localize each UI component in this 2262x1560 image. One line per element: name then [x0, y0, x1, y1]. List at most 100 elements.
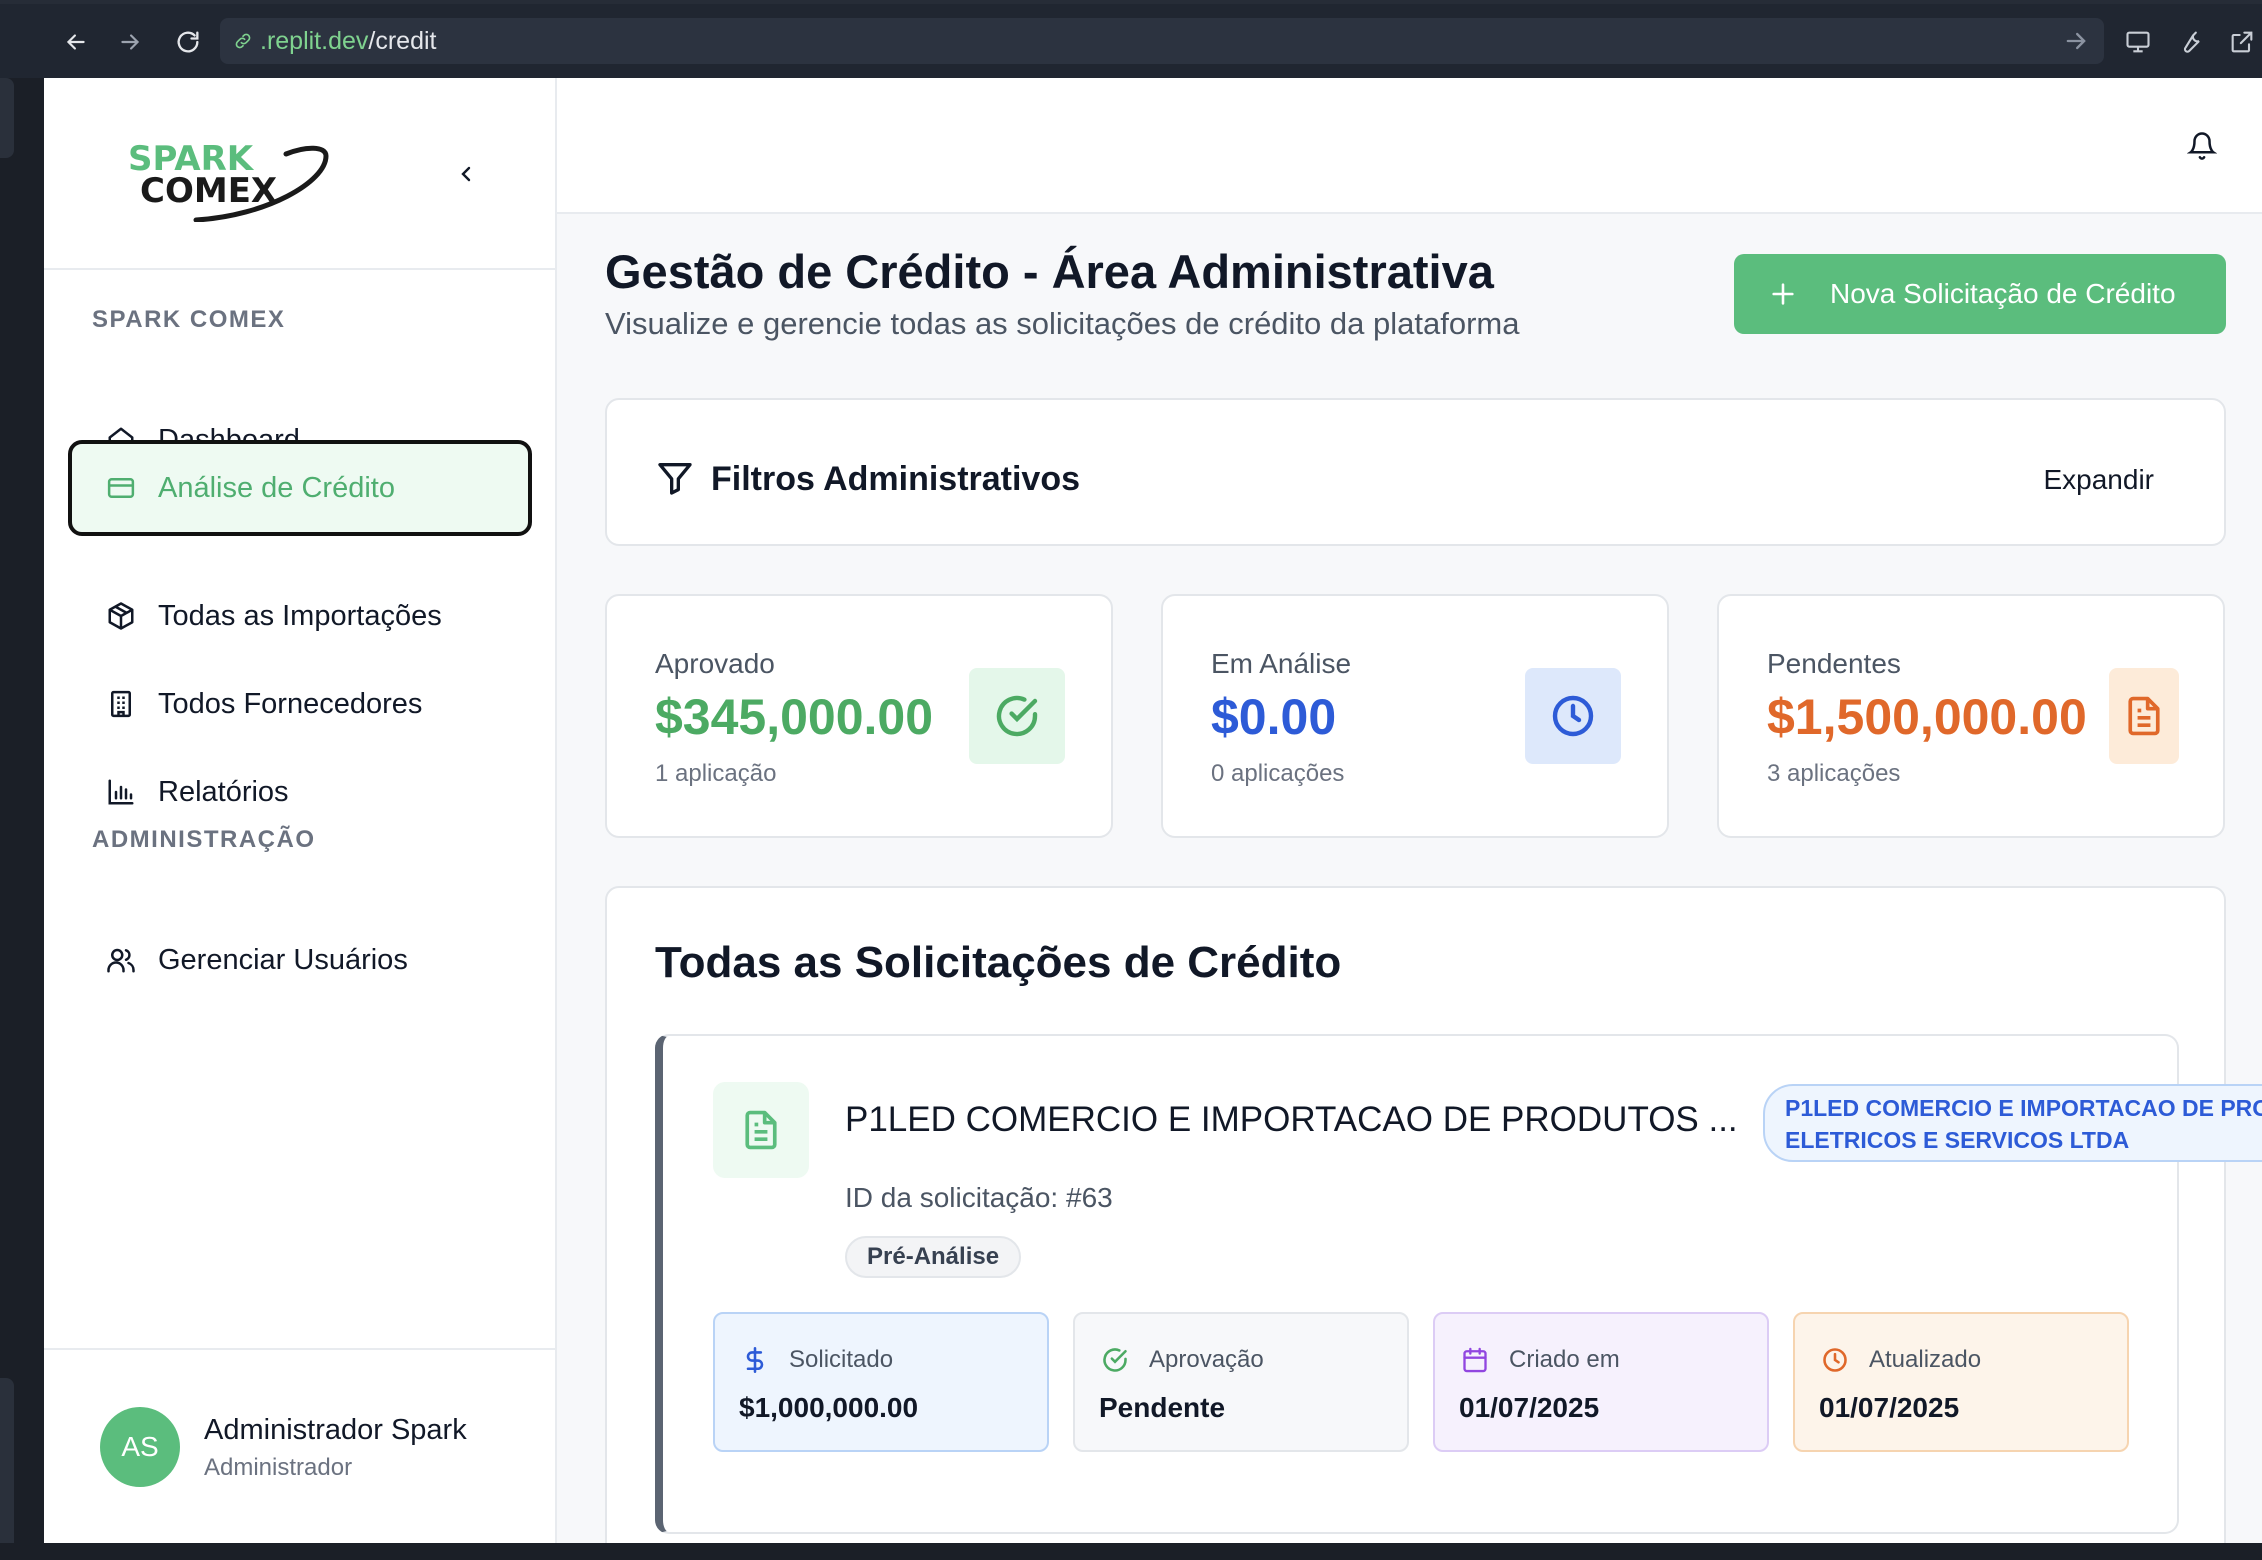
- stat-label: Em Análise: [1211, 648, 1352, 679]
- sidebar-item-label: Análise de Crédito: [158, 471, 395, 504]
- stat-label: Aprovado: [655, 648, 775, 679]
- request-id: ID da solicitação: #63: [845, 1182, 1113, 1213]
- editor-side-rail: [0, 78, 44, 1560]
- credit-card-icon: [104, 471, 138, 505]
- spark-comex-logo: SPARK COMEX: [128, 139, 329, 222]
- building-icon: [104, 687, 138, 721]
- link-icon: [230, 28, 256, 54]
- stat-value: $1,500,000.00: [1767, 689, 2087, 745]
- main-content: Gestão de Crédito - Área Administrativa …: [557, 214, 2262, 1543]
- address-bar[interactable]: .replit.dev/credit: [220, 18, 2104, 64]
- collapse-sidebar-button[interactable]: [446, 154, 486, 194]
- sidebar: SPARK COMEX SPARK COMEX Dashboard Anális…: [44, 78, 557, 1543]
- new-credit-request-label: Nova Solicitação de Crédito: [1830, 278, 2176, 309]
- stat-value: $0.00: [1211, 689, 1337, 745]
- user-name: Administrador Spark: [204, 1414, 467, 1446]
- stat-label: Pendentes: [1767, 648, 1901, 679]
- sidebar-item-label: Gerenciar Usuários: [158, 943, 408, 976]
- arrow-right-icon: [121, 34, 140, 50]
- stat-card-approved: Aprovado $345,000.00 1 aplicação: [605, 594, 1113, 838]
- tile-label: Atualizado: [1869, 1346, 1982, 1373]
- user-profile[interactable]: AS Administrador Spark Administrador: [44, 1348, 555, 1543]
- credit-request-card[interactable]: P1LED COMERCIO E IMPORTACAO DE PRODUTOS …: [655, 1034, 2262, 1534]
- svg-text:COMEX: COMEX: [140, 171, 277, 211]
- sidebar-item-manage-users[interactable]: Gerenciar Usuários: [68, 920, 532, 1000]
- document-icon: [713, 1082, 809, 1178]
- stat-card-in-analysis: Em Análise $0.00 0 aplicações: [1161, 594, 1669, 838]
- page-title: Gestão de Crédito - Área Administrativa: [605, 245, 1494, 298]
- sidebar-item-label: Todos Fornecedores: [158, 687, 423, 720]
- rail-handle[interactable]: [0, 78, 14, 158]
- bar-chart-icon: [104, 775, 138, 809]
- bell-icon: [2187, 132, 2217, 160]
- page-subtitle: Visualize e gerencie todas as solicitaçõ…: [605, 306, 1520, 341]
- stat-value: $345,000.00: [655, 689, 934, 745]
- clock-icon: [1819, 1344, 1851, 1376]
- tile-label: Aprovação: [1149, 1346, 1264, 1373]
- company-badge: P1LED COMERCIO E IMPORTACAO DE PRODUTOS …: [1763, 1084, 2262, 1162]
- forward-button[interactable]: [110, 22, 150, 62]
- open-new-tab-button[interactable]: [2222, 22, 2262, 62]
- check-circle-icon: [1099, 1344, 1131, 1376]
- section-label-spark-comex: SPARK COMEX: [92, 306, 286, 333]
- back-button[interactable]: [56, 22, 96, 62]
- devtools-button[interactable]: [2170, 22, 2210, 62]
- external-link-icon: [2231, 31, 2253, 53]
- sidebar-item-label: Relatórios: [158, 775, 289, 808]
- dollar-icon: [739, 1344, 771, 1376]
- user-role: Administrador: [204, 1454, 353, 1481]
- stat-count: 3 aplicações: [1767, 760, 1901, 787]
- expand-filters-button[interactable]: Expandir: [2043, 464, 2154, 496]
- sidebar-item-label: Todas as Importações: [158, 599, 442, 632]
- arrow-left-icon: [66, 34, 85, 50]
- tab-strip: [0, 0, 2262, 4]
- stat-card-pending: Pendentes $1,500,000.00 3 aplicações: [1717, 594, 2225, 838]
- section-label-administration: ADMINISTRAÇÃO: [92, 826, 316, 853]
- filter-icon: [658, 463, 692, 495]
- tile-label: Criado em: [1509, 1346, 1620, 1373]
- filters-panel: Filtros Administrativos Expandir: [605, 398, 2226, 546]
- go-arrow-icon[interactable]: [2062, 27, 2090, 55]
- url-path: /credit: [368, 26, 437, 55]
- topbar: [557, 78, 2262, 214]
- tile-value: Pendente: [1099, 1392, 1226, 1423]
- monitor-icon: [2126, 31, 2150, 53]
- company-badge-line2: ELETRICOS E SERVICOS LTDA: [1785, 1127, 2130, 1153]
- sidebar-item-reports[interactable]: Relatórios: [68, 752, 532, 832]
- sidebar-item-credit-analysis[interactable]: Análise de Crédito: [68, 440, 532, 536]
- tile-value: $1,000,000.00: [739, 1392, 919, 1423]
- company-badge-line1: P1LED COMERCIO E IMPORTACAO DE PRODUTOS: [1785, 1095, 2262, 1121]
- rail-handle-bottom[interactable]: [0, 1378, 14, 1560]
- status-badge: Pré-Análise: [845, 1236, 1022, 1278]
- reload-button[interactable]: [168, 22, 208, 62]
- avatar: AS: [100, 1407, 180, 1487]
- browser-toolbar: .replit.dev/credit: [0, 0, 2262, 78]
- notifications-button[interactable]: [2182, 126, 2222, 166]
- bottom-frame: [0, 1543, 2262, 1560]
- logo-area: SPARK COMEX: [44, 78, 555, 270]
- reload-icon: [177, 31, 199, 53]
- url-host: .replit.dev: [260, 26, 369, 55]
- devices-button[interactable]: [2118, 22, 2158, 62]
- sidebar-item-suppliers[interactable]: Todos Fornecedores: [68, 664, 532, 744]
- tile-created: Criado em 01/07/2025: [1433, 1312, 1769, 1452]
- stat-count: 1 aplicação: [655, 760, 777, 787]
- tile-value: 01/07/2025: [1819, 1392, 1960, 1423]
- app-viewport: SPARK COMEX SPARK COMEX Dashboard Anális…: [44, 78, 2262, 1543]
- tile-requested: Solicitado $1,000,000.00: [713, 1312, 1049, 1452]
- tile-value: 01/07/2025: [1459, 1392, 1600, 1423]
- chevron-left-icon: [461, 166, 471, 182]
- tile-updated: Atualizado 01/07/2025: [1793, 1312, 2129, 1452]
- tile-label: Solicitado: [789, 1346, 894, 1373]
- credit-requests-title: Todas as Solicitações de Crédito: [655, 938, 1342, 987]
- file-text-icon: [2109, 668, 2179, 764]
- plus-icon: [1766, 277, 1800, 311]
- tile-approval: Aprovação Pendente: [1073, 1312, 1409, 1452]
- new-credit-request-button[interactable]: Nova Solicitação de Crédito: [1734, 254, 2226, 334]
- sidebar-item-imports[interactable]: Todas as Importações: [68, 576, 532, 656]
- url-text: .replit.dev/credit: [260, 27, 436, 56]
- stat-count: 0 aplicações: [1211, 760, 1345, 787]
- filters-title: Filtros Administrativos: [711, 460, 1081, 498]
- package-icon: [104, 599, 138, 633]
- check-circle-icon: [969, 668, 1065, 764]
